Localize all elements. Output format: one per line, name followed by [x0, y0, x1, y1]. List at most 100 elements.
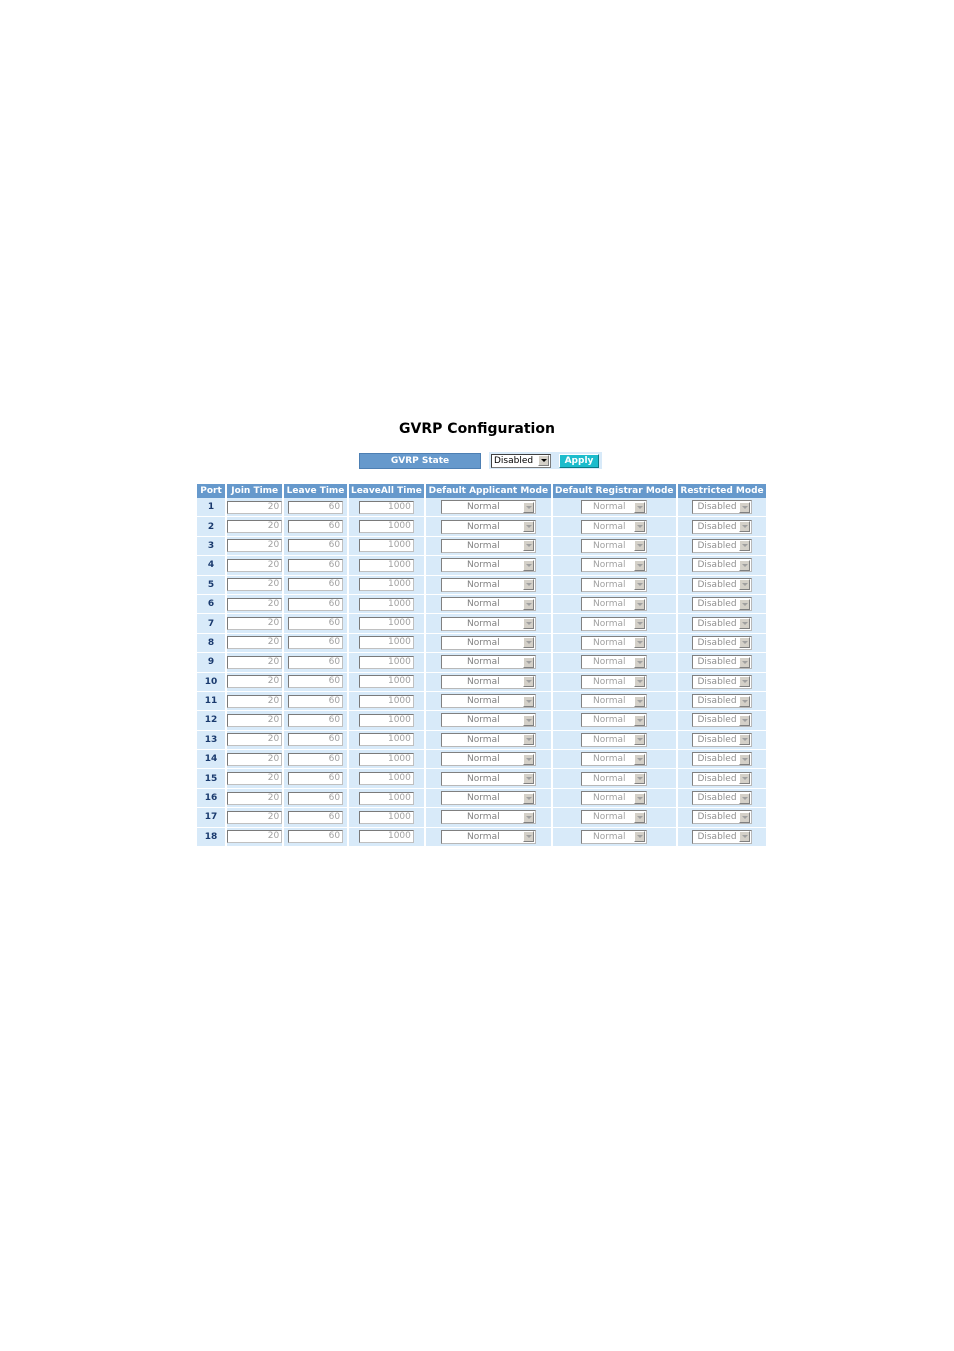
leaveall-time-input[interactable]: 1000	[358, 520, 414, 534]
registrar-mode-select[interactable]: Normal	[581, 752, 648, 767]
registrar-mode-select[interactable]: Normal	[581, 810, 648, 825]
chevron-down-icon[interactable]	[634, 559, 646, 571]
chevron-down-icon[interactable]	[634, 618, 646, 630]
join-time-input[interactable]: 20	[227, 733, 283, 747]
chevron-down-icon[interactable]	[522, 792, 534, 804]
join-time-input[interactable]: 20	[227, 675, 283, 689]
restricted-mode-select[interactable]: Disabled	[692, 655, 752, 670]
chevron-down-icon[interactable]	[739, 656, 750, 668]
join-time-input[interactable]: 20	[227, 772, 283, 786]
chevron-down-icon[interactable]	[634, 811, 646, 823]
leave-time-input[interactable]: 60	[288, 655, 344, 669]
chevron-down-icon[interactable]	[739, 540, 750, 552]
chevron-down-icon[interactable]	[634, 676, 646, 688]
chevron-down-icon[interactable]	[739, 792, 750, 804]
join-time-input[interactable]: 20	[227, 752, 283, 766]
leaveall-time-input[interactable]: 1000	[358, 617, 414, 631]
applicant-mode-select[interactable]: Normal	[440, 791, 536, 806]
chevron-down-icon[interactable]	[634, 598, 646, 610]
restricted-mode-select[interactable]: Disabled	[692, 694, 752, 709]
registrar-mode-select[interactable]: Normal	[581, 635, 648, 650]
chevron-down-icon[interactable]	[739, 811, 750, 823]
applicant-mode-select[interactable]: Normal	[440, 616, 536, 631]
chevron-down-icon[interactable]	[739, 579, 750, 591]
restricted-mode-select[interactable]: Disabled	[692, 732, 752, 747]
restricted-mode-select[interactable]: Disabled	[692, 713, 752, 728]
chevron-down-icon[interactable]	[522, 656, 534, 668]
chevron-down-icon[interactable]	[522, 618, 534, 630]
leaveall-time-input[interactable]: 1000	[358, 713, 414, 727]
registrar-mode-select[interactable]: Normal	[581, 829, 648, 844]
leave-time-input[interactable]: 60	[288, 597, 344, 611]
registrar-mode-select[interactable]: Normal	[581, 558, 648, 573]
chevron-down-icon[interactable]	[522, 753, 534, 765]
registrar-mode-select[interactable]: Normal	[581, 694, 648, 709]
leaveall-time-input[interactable]: 1000	[358, 539, 414, 553]
registrar-mode-select[interactable]: Normal	[581, 674, 648, 689]
applicant-mode-select[interactable]: Normal	[440, 655, 536, 670]
chevron-down-icon[interactable]	[522, 831, 534, 843]
leave-time-input[interactable]: 60	[288, 752, 344, 766]
registrar-mode-select[interactable]: Normal	[581, 655, 648, 670]
applicant-mode-select[interactable]: Normal	[440, 558, 536, 573]
chevron-down-icon[interactable]	[739, 695, 750, 707]
registrar-mode-select[interactable]: Normal	[581, 500, 648, 515]
join-time-input[interactable]: 20	[227, 520, 283, 534]
chevron-down-icon[interactable]	[739, 714, 750, 726]
registrar-mode-select[interactable]: Normal	[581, 713, 648, 728]
leaveall-time-input[interactable]: 1000	[358, 655, 414, 669]
applicant-mode-select[interactable]: Normal	[440, 597, 536, 612]
leave-time-input[interactable]: 60	[288, 694, 344, 708]
leaveall-time-input[interactable]: 1000	[358, 810, 414, 824]
restricted-mode-select[interactable]: Disabled	[692, 616, 752, 631]
chevron-down-icon[interactable]	[634, 656, 646, 668]
applicant-mode-select[interactable]: Normal	[440, 713, 536, 728]
chevron-down-icon[interactable]	[634, 540, 646, 552]
leaveall-time-input[interactable]: 1000	[358, 694, 414, 708]
leaveall-time-input[interactable]: 1000	[358, 636, 414, 650]
applicant-mode-select[interactable]: Normal	[440, 577, 536, 592]
chevron-down-icon[interactable]	[522, 714, 534, 726]
leaveall-time-input[interactable]: 1000	[358, 675, 414, 689]
chevron-down-icon[interactable]	[522, 637, 534, 649]
chevron-down-icon[interactable]	[739, 501, 750, 513]
restricted-mode-select[interactable]: Disabled	[692, 597, 752, 612]
applicant-mode-select[interactable]: Normal	[440, 635, 536, 650]
restricted-mode-select[interactable]: Disabled	[692, 791, 752, 806]
applicant-mode-select[interactable]: Normal	[440, 500, 536, 515]
leaveall-time-input[interactable]: 1000	[358, 500, 414, 514]
applicant-mode-select[interactable]: Normal	[440, 771, 536, 786]
chevron-down-icon[interactable]	[739, 734, 750, 746]
restricted-mode-select[interactable]: Disabled	[692, 674, 752, 689]
restricted-mode-select[interactable]: Disabled	[692, 577, 752, 592]
join-time-input[interactable]: 20	[227, 617, 283, 631]
leave-time-input[interactable]: 60	[288, 791, 344, 805]
chevron-down-icon[interactable]	[522, 695, 534, 707]
chevron-down-icon[interactable]	[634, 521, 646, 533]
chevron-down-icon[interactable]	[634, 579, 646, 591]
chevron-down-icon[interactable]	[522, 501, 534, 513]
chevron-down-icon[interactable]	[634, 753, 646, 765]
chevron-down-icon[interactable]	[522, 559, 534, 571]
chevron-down-icon[interactable]	[522, 734, 534, 746]
registrar-mode-select[interactable]: Normal	[581, 519, 648, 534]
join-time-input[interactable]: 20	[227, 636, 283, 650]
leaveall-time-input[interactable]: 1000	[358, 578, 414, 592]
join-time-input[interactable]: 20	[227, 500, 283, 514]
leave-time-input[interactable]: 60	[288, 675, 344, 689]
applicant-mode-select[interactable]: Normal	[440, 519, 536, 534]
join-time-input[interactable]: 20	[227, 830, 283, 844]
join-time-input[interactable]: 20	[227, 713, 283, 727]
applicant-mode-select[interactable]: Normal	[440, 694, 536, 709]
join-time-input[interactable]: 20	[227, 791, 283, 805]
chevron-down-icon[interactable]	[522, 521, 534, 533]
registrar-mode-select[interactable]: Normal	[581, 791, 648, 806]
chevron-down-icon[interactable]	[634, 773, 646, 785]
chevron-down-icon[interactable]	[739, 521, 750, 533]
chevron-down-icon[interactable]	[634, 831, 646, 843]
join-time-input[interactable]: 20	[227, 558, 283, 572]
join-time-input[interactable]: 20	[227, 578, 283, 592]
join-time-input[interactable]: 20	[227, 810, 283, 824]
restricted-mode-select[interactable]: Disabled	[692, 558, 752, 573]
leave-time-input[interactable]: 60	[288, 733, 344, 747]
